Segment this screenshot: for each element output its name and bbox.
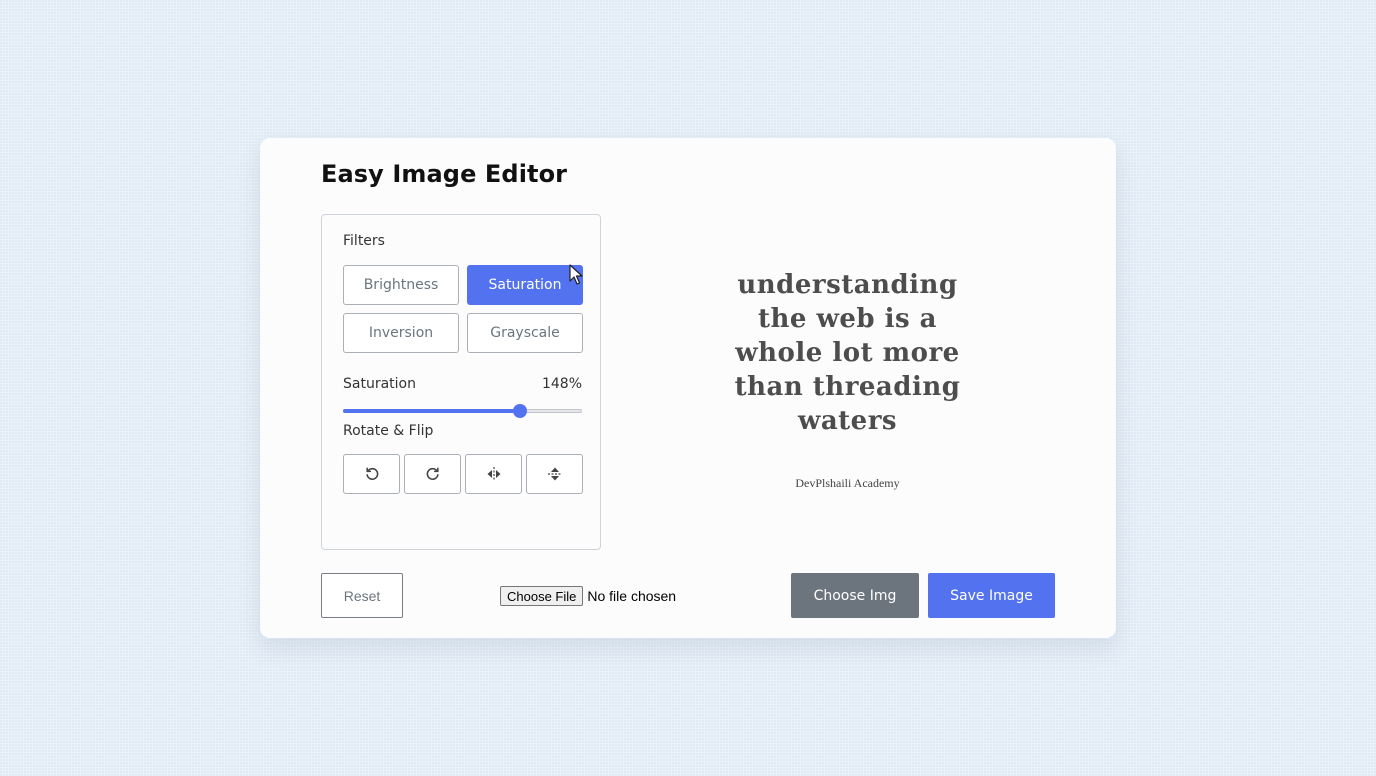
editor-panel: Filters Brightness Saturation Inversion …: [321, 214, 601, 550]
flip-vertical-icon: [547, 466, 562, 482]
reset-button[interactable]: Reset: [321, 573, 403, 618]
save-image-button[interactable]: Save Image: [928, 573, 1055, 618]
slider-thumb[interactable]: [512, 404, 527, 418]
file-status: No file chosen: [587, 588, 677, 604]
rotate-flip-label: Rotate & Flip: [343, 423, 434, 439]
flip-horizontal-button[interactable]: [465, 454, 522, 494]
slider-value: 148%: [541, 376, 582, 392]
slider-info: Saturation 148%: [343, 376, 582, 392]
quote-line: waters: [797, 406, 898, 436]
inversion-filter-button[interactable]: Inversion: [343, 313, 459, 353]
file-input[interactable]: Choose File No file chosen: [500, 586, 676, 606]
filter-slider[interactable]: [343, 404, 582, 418]
quote-line: understanding: [737, 270, 958, 300]
page-title: Easy Image Editor: [321, 160, 568, 188]
filter-options: Brightness Saturation Inversion Grayscal…: [343, 265, 583, 353]
saturation-filter-button[interactable]: Saturation: [467, 265, 583, 305]
brightness-filter-button[interactable]: Brightness: [343, 265, 459, 305]
flip-vertical-button[interactable]: [526, 454, 583, 494]
flip-horizontal-icon: [486, 467, 502, 481]
choose-file-button[interactable]: Choose File: [500, 586, 584, 606]
slider-name: Saturation: [343, 376, 416, 392]
rotate-right-button[interactable]: [404, 454, 461, 494]
choose-image-button[interactable]: Choose Img: [791, 573, 919, 618]
filters-label: Filters: [343, 233, 385, 249]
quote-line: the web is a: [757, 304, 938, 334]
rotate-right-icon: [426, 467, 440, 481]
preview-quote: understanding the web is a whole lot mor…: [690, 268, 1005, 438]
slider-fill: [343, 409, 520, 413]
editor-card: Easy Image Editor Filters Brightness Sat…: [260, 138, 1116, 638]
rotate-left-button[interactable]: [343, 454, 400, 494]
rotate-flip-options: [343, 454, 583, 494]
quote-line: than threading: [734, 372, 961, 402]
image-preview: understanding the web is a whole lot mor…: [690, 238, 1005, 528]
quote-line: whole lot more: [735, 338, 960, 368]
grayscale-filter-button[interactable]: Grayscale: [467, 313, 583, 353]
preview-signature: DevPlshaili Academy: [795, 476, 900, 490]
rotate-left-icon: [365, 467, 379, 481]
